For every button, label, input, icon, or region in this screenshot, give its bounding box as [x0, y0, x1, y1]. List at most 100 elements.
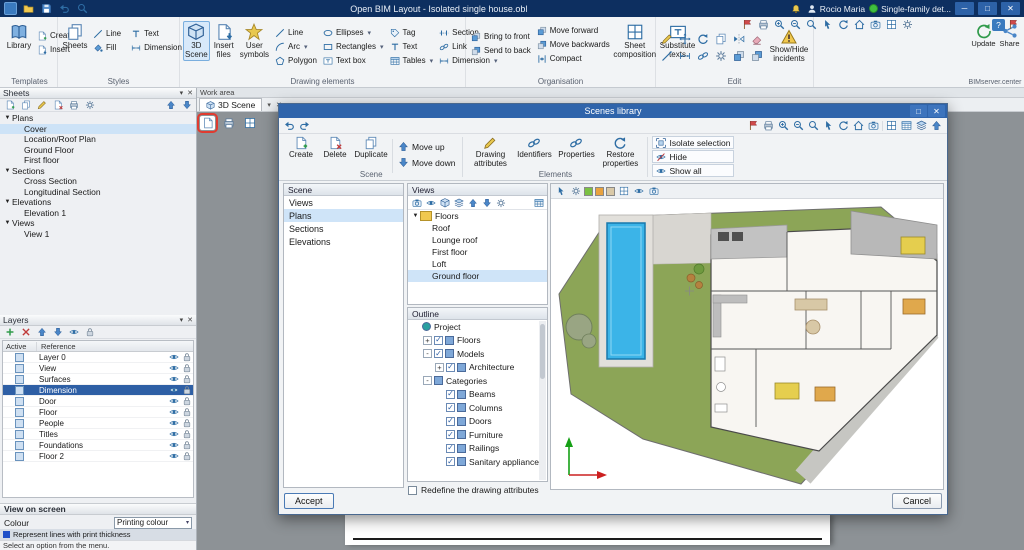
send-to-back-button[interactable]: Send to back [469, 44, 533, 57]
views-tree-item[interactable]: Loft [408, 258, 547, 270]
move-up-button[interactable]: Move up [396, 139, 457, 154]
text-style-button[interactable]: Text [129, 27, 184, 40]
show-hide-incidents-button[interactable]: Show/Hide incidents [768, 27, 810, 65]
restore-properties-button[interactable]: Restore properties [598, 136, 642, 170]
tree-expander-icon[interactable]: ▼ [3, 115, 12, 121]
layers-icon[interactable] [452, 196, 465, 210]
sheet-composition-button[interactable]: Sheet composition [613, 21, 656, 61]
edit-copy-icon[interactable] [713, 32, 728, 46]
sheet-tree-item[interactable]: Longitudinal Section [0, 187, 196, 198]
tree-expander-icon[interactable]: + [435, 362, 444, 372]
edit-dimension-icon[interactable] [677, 49, 692, 63]
layer-visibility-icon[interactable] [66, 325, 81, 339]
layer-row[interactable]: Door [3, 396, 193, 407]
draw-ellipses-button[interactable]: Ellipses [321, 26, 386, 39]
flag-icon[interactable] [740, 18, 755, 32]
sheet-tree-item[interactable]: ▼ Views [0, 218, 196, 229]
zoom-window-icon[interactable] [806, 119, 821, 133]
draw-tables-button[interactable]: Tables [388, 54, 436, 67]
layer-row[interactable]: Dimension [3, 385, 193, 396]
close-panel-icon[interactable]: ✕ [187, 316, 193, 324]
dialog-titlebar[interactable]: Scenes library □ ✕ [279, 104, 947, 118]
edit-move-icon[interactable] [677, 32, 692, 46]
insert-files-button[interactable]: Insert files [212, 21, 236, 61]
settings-icon[interactable] [569, 184, 582, 198]
search-icon[interactable] [75, 2, 89, 15]
layer-visibility-icon[interactable] [167, 396, 180, 406]
library-button[interactable]: Library [5, 21, 33, 53]
tree-expander-icon[interactable]: - [423, 376, 432, 386]
layer-row[interactable]: People [3, 418, 193, 429]
tree-expander-icon[interactable]: ▼ [3, 199, 12, 205]
scene-list-item[interactable]: Elevations [284, 235, 403, 248]
table-icon[interactable] [899, 119, 914, 133]
tree-expander-icon[interactable]: + [423, 335, 432, 345]
layer-active-checkbox[interactable] [15, 451, 24, 461]
layer-lock-icon[interactable] [180, 363, 193, 373]
print-icon[interactable] [761, 119, 776, 133]
zoom-in-icon[interactable] [772, 18, 787, 32]
sheets-styles-button[interactable]: Sheets [61, 21, 89, 53]
outline-checkbox[interactable]: ✓ [446, 430, 455, 440]
draw-line-button[interactable]: Line [273, 26, 319, 39]
outline-checkbox[interactable]: ✓ [446, 389, 455, 399]
sheet-tree-item[interactable]: ▼ Plans [0, 113, 196, 124]
layer-active-checkbox[interactable] [15, 396, 24, 406]
dialog-close-button[interactable]: ✕ [928, 105, 945, 117]
home-view-icon[interactable] [852, 18, 867, 32]
layer-visibility-icon[interactable] [167, 440, 180, 450]
open-file-icon[interactable] [21, 2, 35, 15]
layer-lock-icon[interactable] [180, 352, 193, 362]
user-account[interactable]: Rocio Maria [807, 4, 865, 14]
layer-active-checkbox[interactable] [15, 363, 24, 373]
fill-style-button[interactable]: Fill [91, 41, 123, 54]
scene-grid-button[interactable] [242, 116, 257, 130]
print-icon[interactable] [756, 18, 771, 32]
layer-visibility-icon[interactable] [167, 418, 180, 428]
layers-icon[interactable] [914, 119, 929, 133]
settings-icon[interactable] [900, 18, 915, 32]
sheet-tree-item[interactable]: First floor [0, 155, 196, 166]
redefine-checkbox[interactable] [408, 485, 417, 495]
flag-icon[interactable] [746, 119, 761, 133]
outline-tree-item[interactable]: ✓ Sanitary appliances [408, 455, 539, 469]
edit-front-icon[interactable] [731, 49, 746, 63]
move-backwards-button[interactable]: Move backwards [535, 38, 612, 51]
scene-list-item[interactable]: Sections [284, 222, 403, 235]
outline-checkbox[interactable]: ✓ [446, 443, 455, 453]
layer-visibility-icon[interactable] [167, 429, 180, 439]
outline-checkbox[interactable]: ✓ [446, 416, 455, 426]
grid-icon[interactable] [884, 119, 899, 133]
outline-tree-item[interactable]: + ✓ Architecture [408, 361, 539, 375]
layer-row[interactable]: Floor [3, 407, 193, 418]
move-sheet-up-icon[interactable] [163, 98, 178, 112]
green-colour-swatch[interactable] [584, 186, 593, 196]
outline-tree-item[interactable]: ✓ Beams [408, 388, 539, 402]
drawing-attributes-button[interactable]: Drawing attributes [468, 136, 512, 170]
create-scene-button[interactable]: Create [285, 136, 317, 170]
sheet-tree-item[interactable]: ▼ Elevations [0, 197, 196, 208]
layer-lock-icon[interactable] [180, 407, 193, 417]
edit-link-icon[interactable] [695, 49, 710, 63]
edit-rotate-icon[interactable] [695, 32, 710, 46]
redo-icon[interactable] [297, 119, 312, 133]
draw-tag-button[interactable]: Tag [388, 26, 436, 39]
outline-tree-item[interactable]: + ✓ Floors [408, 334, 539, 348]
tree-expander-icon[interactable]: ▼ [3, 220, 12, 226]
save-icon[interactable] [39, 2, 53, 15]
layer-lock-icon[interactable] [180, 418, 193, 428]
delete-layer-icon[interactable] [18, 325, 33, 339]
redefine-attributes-option[interactable]: Redefine the drawing attributes [408, 485, 539, 495]
pointer-icon[interactable] [820, 18, 835, 32]
layer-lock-icon[interactable] [82, 325, 97, 339]
layer-row[interactable]: View [3, 363, 193, 374]
layer-row[interactable]: Foundations [3, 440, 193, 451]
maximize-button[interactable]: □ [978, 2, 997, 15]
zoom-search-icon[interactable] [804, 18, 819, 32]
layer-active-checkbox[interactable] [15, 440, 24, 450]
camera-icon[interactable] [866, 119, 881, 133]
layer-visibility-icon[interactable] [167, 352, 180, 362]
sheet-tree-item[interactable]: Location/Roof Plan [0, 134, 196, 145]
camera-icon[interactable] [868, 18, 883, 32]
outline-checkbox[interactable]: ✓ [446, 403, 455, 413]
